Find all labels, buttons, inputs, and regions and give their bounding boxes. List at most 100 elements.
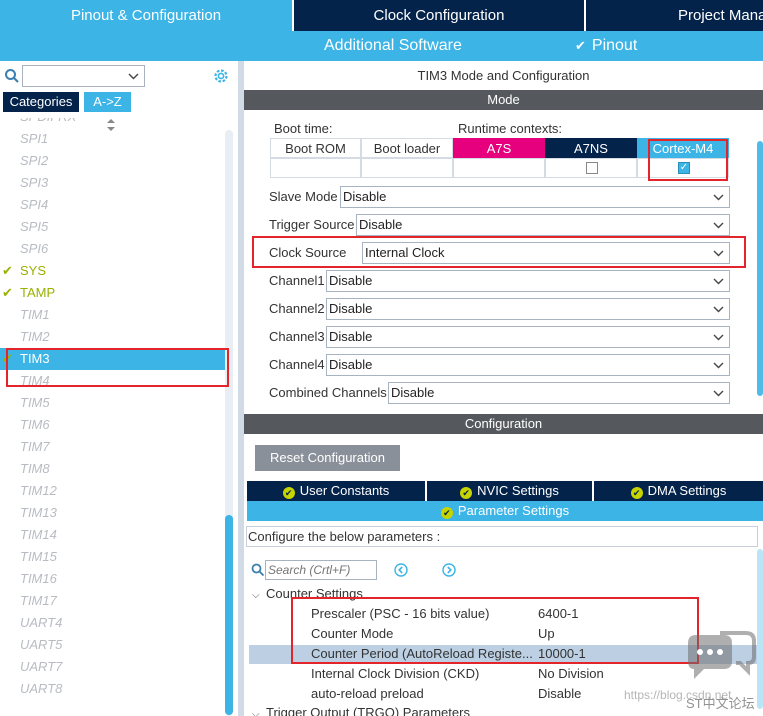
component-item-spi3[interactable]: SPI3 [0,172,228,194]
component-item-label: TIM6 [20,417,50,432]
component-item-label: SPI1 [20,131,49,146]
pinout-menu[interactable]: ✔ Pinout [575,31,637,61]
component-item-tim13[interactable]: TIM13 [0,502,228,524]
select-channel1[interactable]: Disable [326,270,730,292]
check-circle-icon: ✔ [630,487,643,499]
chevron-down-icon [713,362,724,369]
component-item-tim17[interactable]: TIM17 [0,590,228,612]
component-item-spi6[interactable]: SPI6 [0,238,228,260]
previous-result-icon[interactable] [394,563,408,577]
component-item-tim15[interactable]: TIM15 [0,546,228,568]
check-icon: ✔ [2,263,13,278]
component-item-tim8[interactable]: TIM8 [0,458,228,480]
forum-chat-icon [688,631,756,679]
component-item-tim2[interactable]: TIM2 [0,326,228,348]
additional-software-menu[interactable]: Additional Software [324,31,462,61]
tab-clock-configuration[interactable]: Clock Configuration [294,0,584,31]
component-item-label: UART5 [20,637,63,652]
component-item-tim12[interactable]: TIM12 [0,480,228,502]
search-icon [5,69,19,83]
chevron-down-icon [128,73,139,80]
select-trigger-source[interactable]: Disable [356,214,730,236]
component-search-row [0,63,238,89]
component-item-uart4[interactable]: UART4 [0,612,228,634]
chevron-down-icon [713,194,724,201]
field-label-channel2: Channel2 [269,301,325,316]
chevron-down-icon [713,222,724,229]
component-item-tim6[interactable]: TIM6 [0,414,228,436]
select-channel2[interactable]: Disable [326,298,730,320]
component-item-tamp[interactable]: ✔ TAMP [0,282,228,304]
component-item-uart5[interactable]: UART5 [0,634,228,656]
tab-user-constants-label: User Constants [299,483,390,498]
component-item-label: SPI5 [20,219,49,234]
context-a7ns-checkbox[interactable] [586,162,598,174]
component-item-tim5[interactable]: TIM5 [0,392,228,414]
component-list-scrollbar[interactable] [225,130,233,716]
component-item-label: SPI2 [20,153,49,168]
config-scrollbar[interactable] [757,549,763,709]
param-row[interactable]: Internal Clock Division (CKD) No Division [244,666,754,686]
component-item-spi2[interactable]: SPI2 [0,150,228,172]
component-item-label: SPI4 [20,197,49,212]
select-slave-mode[interactable]: Disable [340,186,730,208]
param-value[interactable]: Disable [538,686,581,701]
component-item-spi4[interactable]: SPI4 [0,194,228,216]
select-combined-channels[interactable]: Disable [388,382,730,404]
component-item-spi1[interactable]: SPI1 [0,128,228,150]
select-channel4[interactable]: Disable [326,354,730,376]
check-circle-icon: ✔ [282,487,295,499]
tab-dma-settings[interactable]: ✔ DMA Settings [594,481,763,501]
check-icon: ✔ [2,285,13,300]
tab-parameter-settings-label: Parameter Settings [457,503,570,518]
tab-pinout-configuration[interactable]: Pinout & Configuration [0,0,292,31]
group-trgo-parameters[interactable]: ⌵ Trigger Output (TRGO) Parameters [252,705,470,716]
component-search-input[interactable] [22,65,145,87]
component-item-tim14[interactable]: TIM14 [0,524,228,546]
tab-project-manager[interactable]: Project Mana [586,0,763,31]
next-result-icon[interactable] [442,563,456,577]
component-item-label: SPI6 [20,241,49,256]
chevron-down-icon: ⌵ [252,709,260,716]
chevron-down-icon [713,306,724,313]
tab-categories[interactable]: Categories [3,92,79,112]
context-a7ns-header: A7NS [545,138,637,158]
mode-scrollbar[interactable] [757,141,763,396]
component-list: SPDIFRX SPI1 SPI2 SPI3 SPI4 SPI5 SPI6 ✔ SYS ✔ TAMP… [0,118,228,716]
select-value: Disable [329,357,373,372]
boot-rom-cell [270,158,361,178]
group-trgo-label: Trigger Output (TRGO) Parameters [266,705,470,716]
component-item-label: TIM7 [20,439,50,454]
gear-icon[interactable] [212,67,230,85]
component-item-label: TIM16 [20,571,57,586]
tab-nvic-settings-label: NVIC Settings [477,483,559,498]
tab-parameter-settings[interactable]: ✔ Parameter Settings [247,501,763,521]
boot-rom-header: Boot ROM [270,138,361,158]
component-item-label: TAMP [20,285,56,300]
component-list-scroll-thumb[interactable] [225,515,233,715]
tab-nvic-settings[interactable]: ✔ NVIC Settings [427,481,592,501]
component-item-uart7[interactable]: UART7 [0,656,228,678]
component-item-tim7[interactable]: TIM7 [0,436,228,458]
select-value: Disable [391,385,435,400]
select-channel3[interactable]: Disable [326,326,730,348]
component-item-label: TIM12 [20,483,57,498]
component-item-uart8[interactable]: UART8 [0,678,228,700]
select-value: Disable [329,301,373,316]
component-item-spi5[interactable]: SPI5 [0,216,228,238]
reset-configuration-button[interactable]: Reset Configuration [255,445,400,471]
tab-user-constants[interactable]: ✔ User Constants [247,481,425,501]
highlight-counter-params [291,597,699,664]
component-item-tim1[interactable]: TIM1 [0,304,228,326]
component-item-spdifrx[interactable]: SPDIFRX [0,118,228,128]
highlight-clock-source [252,236,746,268]
component-item-tim16[interactable]: TIM16 [0,568,228,590]
chevron-down-icon: ⌵ [252,590,260,601]
parameter-search-input[interactable] [265,560,377,580]
component-item-sys[interactable]: ✔ SYS [0,260,228,282]
search-icon [251,563,265,577]
param-value[interactable]: No Division [538,666,604,681]
tab-a-z[interactable]: A->Z [84,92,131,112]
boot-time-label: Boot time: [274,121,333,136]
mode-configuration-panel: TIM3 Mode and Configuration Mode Boot ti… [244,61,763,716]
